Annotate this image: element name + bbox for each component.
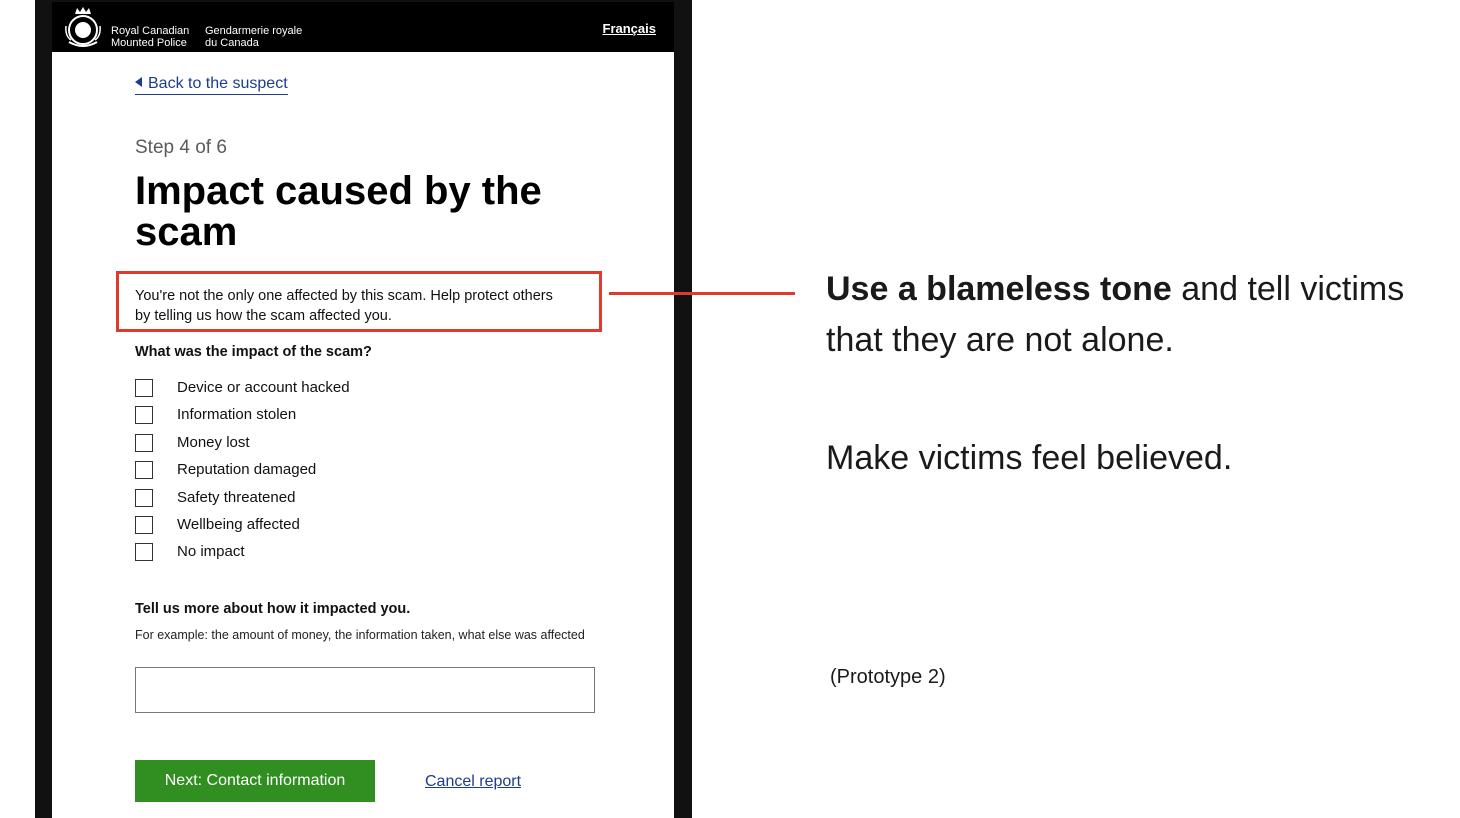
rcmp-crest-icon (65, 7, 101, 47)
org-name-english: Royal Canadian Mounted Police (111, 25, 190, 49)
checkbox[interactable] (135, 461, 153, 480)
option-label: Device or account hacked (177, 379, 350, 396)
annotation-believed: Make victims feel believed. (826, 439, 1233, 477)
prototype-label: (Prototype 2) (830, 666, 946, 688)
option-label: No impact (177, 543, 245, 561)
impact-question: What was the impact of the scam? (135, 344, 372, 360)
option-label: Information stolen (177, 406, 297, 424)
language-toggle-link[interactable]: Français (603, 21, 656, 36)
page-title: Impact caused by the scam (135, 169, 542, 254)
checkbox[interactable] (135, 379, 153, 397)
form-page: Back to the suspect Step 4 of 6 Impact c… (52, 52, 674, 818)
option-label: Reputation damaged (177, 461, 317, 479)
checkbox[interactable] (135, 488, 153, 507)
org-name-french: Gendarmerie royale du Canada (205, 25, 303, 49)
impact-details-textarea[interactable] (135, 667, 595, 713)
callout-connector-line (609, 292, 795, 295)
back-link[interactable]: Back to the suspect (135, 75, 288, 95)
option-label: Wellbeing affected (177, 515, 300, 533)
checkbox[interactable] (135, 406, 153, 425)
checkbox[interactable] (135, 433, 153, 452)
more-details-hint: For example: the amount of money, the in… (135, 628, 585, 642)
checkbox[interactable] (135, 515, 153, 534)
annotation-emphasis: Use a blameless tone (826, 270, 1172, 308)
step-indicator: Step 4 of 6 (135, 137, 227, 158)
cancel-report-link[interactable]: Cancel report (425, 773, 521, 791)
next-button[interactable]: Next: Contact information (135, 760, 375, 802)
site-header: Royal Canadian Mounted Police Gendarmeri… (52, 2, 674, 52)
back-arrow-icon (135, 77, 142, 87)
checkbox[interactable] (135, 543, 153, 562)
intro-text: You're not the only one affected by this… (135, 288, 553, 324)
option-label: Safety threatened (177, 488, 296, 506)
option-label: Money lost (177, 433, 250, 451)
back-link-label: Back to the suspect (148, 75, 288, 92)
more-details-label: Tell us more about how it impacted you. (135, 601, 411, 617)
annotation-blameless-tone: Use a blameless tone and tell victims th… (826, 264, 1406, 366)
